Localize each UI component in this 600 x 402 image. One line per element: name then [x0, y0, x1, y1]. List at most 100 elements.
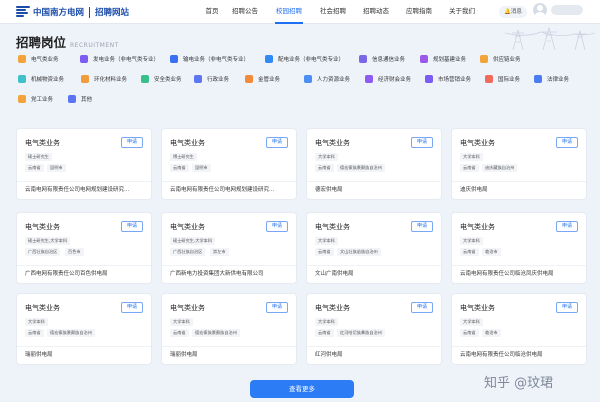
apply-button[interactable]: 申请: [121, 221, 143, 232]
location-tag: 云南省: [460, 248, 479, 256]
location-tag: 广西壮族自治区: [25, 248, 61, 256]
category-chip[interactable]: 电气类业务: [18, 52, 59, 66]
category-chip[interactable]: 人力资源业务: [304, 72, 350, 86]
category-icon: [18, 55, 26, 63]
apply-button[interactable]: 申请: [266, 137, 288, 148]
job-card[interactable]: 电气类业务 申请 大学本科 云南省 迪庆藏族自治州 迪庆供电局: [451, 128, 587, 200]
degree-tag: 硕士研究生: [25, 153, 52, 161]
apply-button[interactable]: 申请: [266, 221, 288, 232]
category-label: 国际业务: [498, 77, 521, 83]
company-name: 瑞丽供电局: [170, 352, 198, 358]
site-logo[interactable]: 中国南方电网 招聘网站: [16, 5, 129, 19]
category-chip[interactable]: 国际业务: [485, 72, 520, 86]
company-name: 云南电网有限责任公司临沧供电局: [460, 352, 543, 358]
csg-logo-icon: [16, 6, 30, 18]
category-chip[interactable]: 市场营销业务: [425, 72, 471, 86]
category-label: 电气类业务: [31, 57, 59, 63]
card-divider: [307, 346, 441, 347]
category-chip[interactable]: 经济财会业务: [365, 72, 411, 86]
job-card[interactable]: 电气类业务 申请 大学本科 云南省 文山壮族苗族自治州 文山广南供电局: [306, 212, 442, 284]
apply-button[interactable]: 申请: [411, 137, 433, 148]
nav-campus-recruit[interactable]: 校园招聘: [275, 0, 303, 24]
location-tag: 云南省: [315, 329, 334, 337]
category-chip[interactable]: 行政业务: [194, 72, 229, 86]
job-card[interactable]: 电气类业务 申请 大学本科 云南省 临沧市 云南电网有限责任公司临沧凤庆供电局: [451, 212, 587, 284]
job-title: 电气类业务: [460, 223, 495, 231]
category-chip[interactable]: 规划基建业务: [420, 52, 466, 66]
message-button[interactable]: 🔔消息: [499, 6, 527, 18]
category-label: 机械物资业务: [31, 77, 65, 83]
location-tag: 云南省: [315, 248, 334, 256]
nav-recruit-news[interactable]: 招聘动态: [362, 0, 390, 24]
apply-button[interactable]: 申请: [121, 137, 143, 148]
apply-button[interactable]: 申请: [556, 221, 578, 232]
company-name: 迪庆供电局: [460, 187, 488, 193]
category-icon: [359, 55, 367, 63]
location-tag: 云南省: [460, 164, 479, 172]
category-chip[interactable]: 配电业务（非电气类专业）: [265, 52, 344, 66]
apply-button[interactable]: 申请: [556, 137, 578, 148]
category-icon: [18, 75, 26, 83]
nav-social-recruit[interactable]: 社会招聘: [319, 0, 347, 24]
nav-home[interactable]: 首页: [203, 0, 221, 24]
area-tag: 迪庆藏族自治州: [482, 164, 518, 172]
job-card[interactable]: 电气类业务 申请 硕士研究生,大学本科 广西壮族自治区 百色市 广西电网有限责任公司百色供…: [16, 212, 152, 284]
category-label: 输电业务（非电气类专业）: [183, 57, 250, 63]
job-title: 电气类业务: [170, 139, 205, 147]
degree-tag: 大学本科: [460, 153, 483, 161]
job-title: 电气类业务: [315, 139, 350, 147]
category-label: 金管业务: [258, 77, 281, 83]
job-card[interactable]: 电气类业务 申请 大学本科 云南省 德宏傣族景颇族自治州 德宏供电局: [306, 128, 442, 200]
job-card[interactable]: 电气类业务 申请 大学本科 云南省 临沧市 云南电网有限责任公司临沧供电局: [451, 293, 587, 365]
nav-announcements[interactable]: 招聘公告: [231, 0, 259, 24]
degree-tag: 硕士研究生,大学本科: [25, 237, 71, 245]
apply-button[interactable]: 申请: [411, 302, 433, 313]
category-label: 发电业务（非电气类专业）: [93, 57, 160, 63]
category-chip[interactable]: 金管业务: [245, 72, 280, 86]
category-chip[interactable]: 其他: [68, 92, 92, 106]
apply-button[interactable]: 申请: [556, 302, 578, 313]
category-chip[interactable]: 供应链业务: [480, 52, 521, 66]
category-label: 市场营销业务: [438, 77, 472, 83]
job-card[interactable]: 电气类业务 申请 大学本科 云南省 德宏傣族景颇族自治州 瑞丽供电局: [161, 293, 297, 365]
card-divider: [452, 181, 586, 182]
logo-text: 中国南方电网: [33, 8, 85, 18]
category-chip[interactable]: 党工业务: [18, 92, 53, 106]
user-menu[interactable]: [551, 5, 583, 15]
category-chip[interactable]: 机械物资业务: [18, 72, 64, 86]
nav-about[interactable]: 关于我们: [448, 0, 476, 24]
job-card[interactable]: 电气类业务 申请 硕士研究生,大学本科 广西壮族自治区 崇左市 广西新电力投资集团大新供电…: [161, 212, 297, 284]
area-tag: 德宏傣族景颇族自治州: [192, 329, 240, 337]
view-more-button[interactable]: 查看更多: [250, 380, 354, 398]
category-label: 经济财会业务: [378, 77, 412, 83]
avatar[interactable]: [533, 3, 547, 17]
category-chip[interactable]: 输电业务（非电气类专业）: [170, 52, 249, 66]
card-divider: [17, 181, 151, 182]
apply-button[interactable]: 申请: [411, 221, 433, 232]
category-label: 行政业务: [207, 77, 230, 83]
category-chip[interactable]: 发电业务（非电气类专业）: [80, 52, 159, 66]
card-divider: [307, 265, 441, 266]
company-name: 云南电网有限责任公司电网规划建设研究...: [25, 187, 130, 193]
area-tag: 崇左市: [210, 248, 229, 256]
category-icon: [170, 55, 178, 63]
degree-tag: 大学本科: [170, 318, 193, 326]
message-label: 消息: [510, 9, 522, 15]
category-chip[interactable]: 法律业务: [534, 72, 569, 86]
apply-button[interactable]: 申请: [121, 302, 143, 313]
job-card[interactable]: 电气类业务 申请 博士研究生 云南省 昆明市 云南电网有限责任公司电网规划建设研究...: [161, 128, 297, 200]
job-card[interactable]: 电气类业务 申请 硕士研究生 云南省 昆明市 云南电网有限责任公司电网规划建设研究...: [16, 128, 152, 200]
section-title: 招聘岗位: [16, 35, 67, 50]
category-chip[interactable]: 信息通信业务: [359, 52, 405, 66]
degree-tag: 大学本科: [315, 237, 338, 245]
bell-icon: 🔔: [504, 9, 511, 15]
job-card[interactable]: 电气类业务 申请 大学本科 云南省 红河哈尼族彝族自治州 红河供电局: [306, 293, 442, 365]
degree-tag: 博士研究生: [170, 153, 197, 161]
category-icon: [534, 75, 542, 83]
nav-apply-guide[interactable]: 应聘指南: [405, 0, 433, 24]
location-tag: 云南省: [170, 164, 189, 172]
category-chip[interactable]: 环化材料业务: [81, 72, 127, 86]
job-card[interactable]: 电气类业务 申请 大学本科 云南省 德宏傣族景颇族自治州 瑞丽供电局: [16, 293, 152, 365]
apply-button[interactable]: 申请: [266, 302, 288, 313]
category-chip[interactable]: 安全类业务: [141, 72, 182, 86]
